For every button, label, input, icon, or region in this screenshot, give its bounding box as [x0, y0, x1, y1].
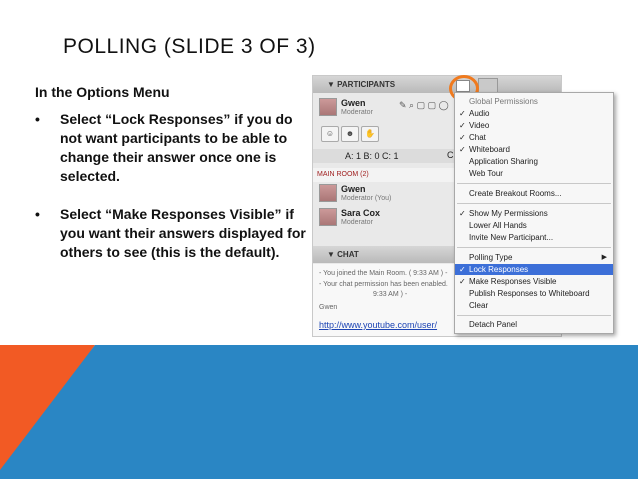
chat-line: - Your chat permission has been enabled. [319, 281, 448, 288]
menu-item-detach-panel[interactable]: Detach Panel [455, 319, 613, 330]
menu-item-web-tour[interactable]: Web Tour [455, 168, 613, 179]
menu-divider [457, 315, 611, 316]
menu-item-create-breakout-rooms[interactable]: Create Breakout Rooms... [455, 188, 613, 199]
menu-item-invite-new-participant[interactable]: Invite New Participant... [455, 232, 613, 243]
avatar [319, 98, 337, 116]
bullet-marker: • [35, 206, 40, 222]
menu-item-publish-responses[interactable]: Publish Responses to Whiteboard [455, 288, 613, 299]
menu-item-polling-type[interactable]: Polling Type ▶ [455, 252, 613, 263]
member-name: Gwen [341, 184, 366, 194]
menu-item-audio[interactable]: ✓ Audio [455, 108, 613, 119]
bullet-text: Select “Lock Responses” if you do not wa… [60, 111, 293, 184]
moderator-name: Gwen [341, 98, 366, 108]
step-away-button[interactable]: ☻ [341, 126, 359, 142]
bullet-text: Select “Make Responses Visible” if you w… [60, 206, 306, 260]
menu-item-whiteboard[interactable]: ✓ Whiteboard [455, 144, 613, 155]
chat-line: - You joined the Main Room. ( 9:33 AM ) … [319, 270, 448, 277]
chat-line: Gwen [319, 304, 338, 311]
chat-line: 9:33 AM ) - [373, 291, 408, 298]
chat-link[interactable]: http://www.youtube.com/user/ [319, 320, 437, 330]
moderator-role: Moderator [341, 109, 373, 116]
avatar [319, 208, 337, 226]
status-icons: ✎ ⌕ ▢ ▢ ◯ [399, 100, 449, 110]
menu-header: Global Permissions [469, 97, 538, 106]
menu-item-chat[interactable]: ✓ Chat [455, 132, 613, 143]
menu-item-lower-all-hands[interactable]: Lower All Hands [455, 220, 613, 231]
menu-divider [457, 183, 611, 184]
menu-divider [457, 203, 611, 204]
menu-item-lock-responses[interactable]: ✓ Lock Responses [455, 264, 613, 275]
avatar [319, 184, 337, 202]
menu-item-application-sharing[interactable]: Application Sharing [455, 156, 613, 167]
member-role: Moderator (You) [341, 195, 392, 202]
submenu-arrow-icon: ▶ [601, 254, 607, 261]
slide-title: POLLING (SLIDE 3 OF 3) [63, 35, 316, 58]
menu-item-video[interactable]: ✓ Video [455, 120, 613, 131]
blue-band-shape [0, 345, 638, 479]
raise-hand-button[interactable]: ✋ [361, 126, 379, 142]
emoticon-button[interactable]: ☺ [321, 126, 339, 142]
member-name: Sara Cox [341, 208, 381, 218]
menu-item-show-my-permissions[interactable]: ✓ Show My Permissions [455, 208, 613, 219]
menu-item-make-responses-visible[interactable]: ✓ Make Responses Visible [455, 276, 613, 287]
menu-divider [457, 247, 611, 248]
bullet-marker: • [35, 111, 40, 127]
member-role: Moderator [341, 219, 373, 226]
menu-item-clear[interactable]: Clear [455, 300, 613, 311]
intro-text: In the Options Menu [35, 84, 170, 100]
options-menu: Global Permissions ✓ Audio ✓ Video ✓ Cha… [454, 92, 614, 334]
participants-header: ▼ PARTICIPANTS [313, 76, 561, 93]
